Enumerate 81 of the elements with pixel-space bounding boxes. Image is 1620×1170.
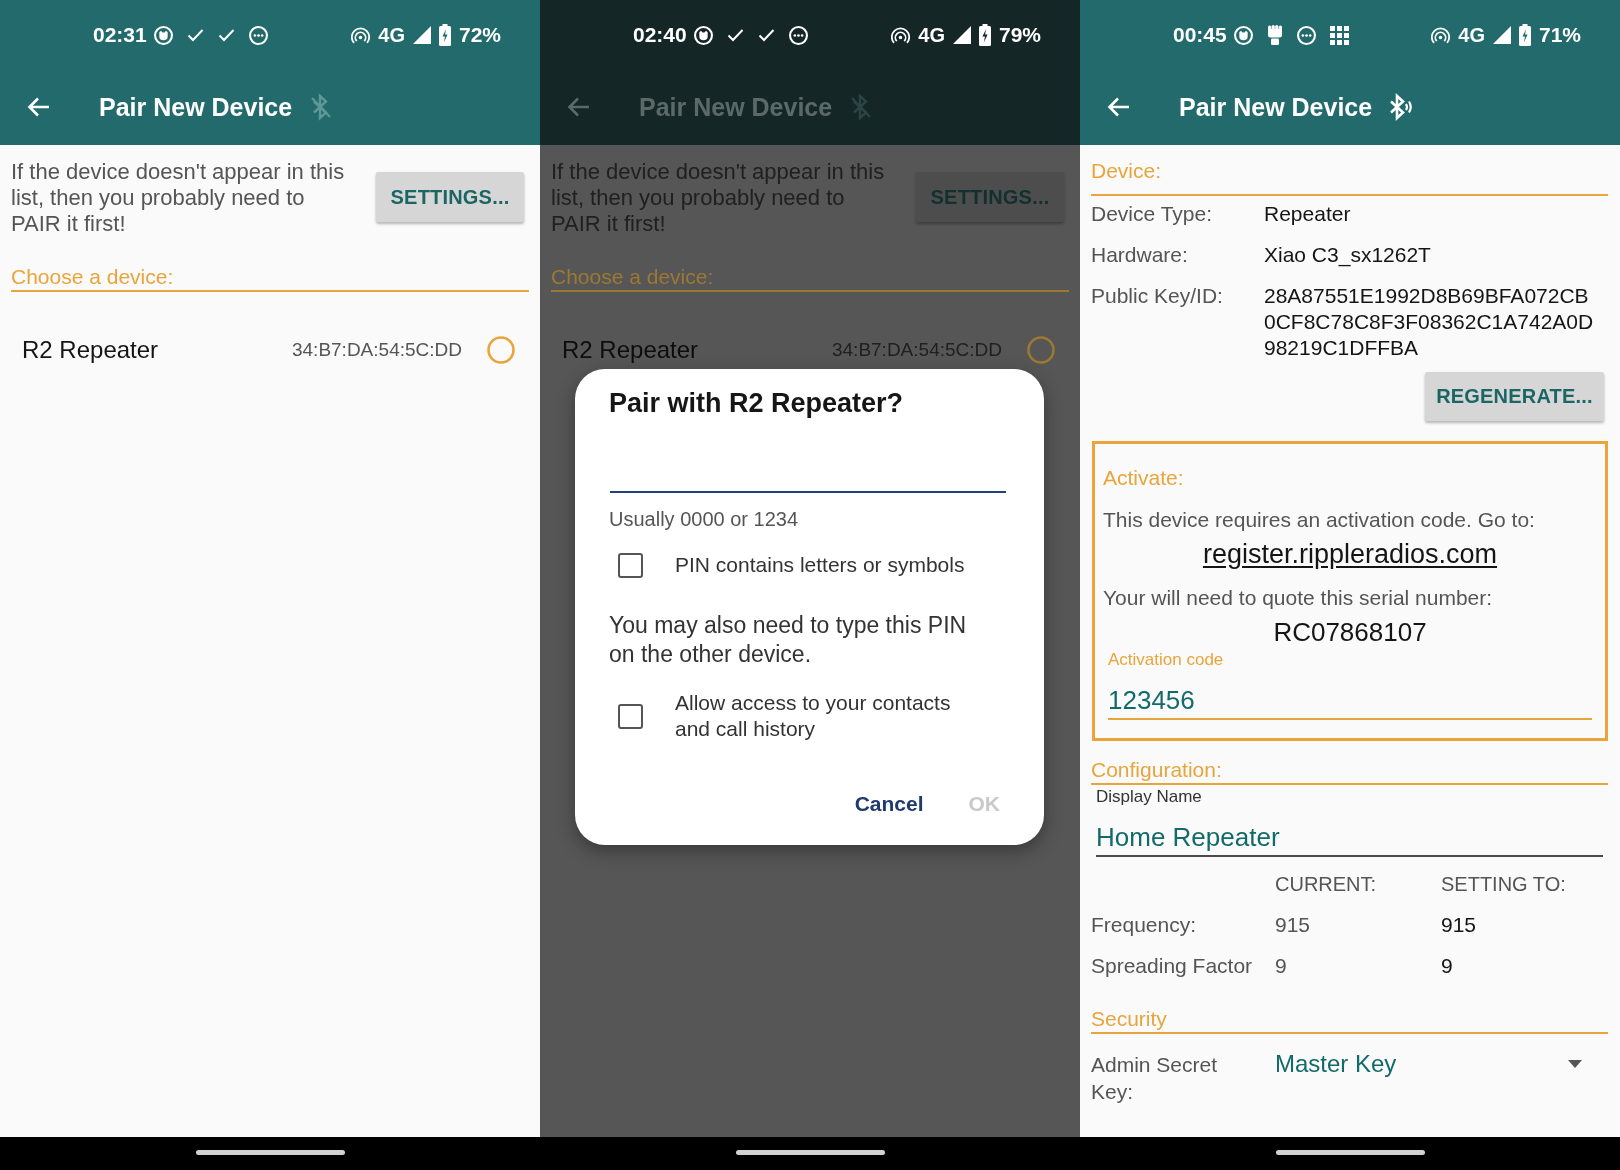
battery-icon: [1518, 24, 1531, 46]
column-header: CURRENT:: [1275, 872, 1378, 897]
settings-button[interactable]: SETTINGS...: [376, 172, 524, 222]
dialog-title: Pair with R2 Repeater?: [609, 387, 905, 419]
device-name: R2 Repeater: [562, 336, 699, 364]
section-header: Choose a device:: [551, 264, 1069, 292]
network-type: 4G: [918, 23, 945, 47]
section-header: Choose a device:: [11, 264, 529, 292]
hotspot-icon: [891, 26, 911, 44]
face-icon: [153, 25, 173, 45]
check-icon: [757, 28, 775, 42]
signal-icon: [1492, 26, 1511, 44]
radio-button[interactable]: [487, 336, 515, 364]
screen-title: Pair New Device: [1179, 91, 1373, 122]
device-name: R2 Repeater: [22, 336, 159, 364]
fist-icon: [1266, 25, 1283, 45]
field-value: Xiao C3_sx1262T: [1264, 242, 1432, 268]
serial-number: RC07868107: [1273, 616, 1427, 648]
register-link[interactable]: register.rippleradios.com: [1202, 538, 1498, 570]
dots-circle-icon: [788, 25, 808, 45]
face-icon: [1233, 25, 1253, 45]
check-icon: [726, 28, 744, 42]
check-icon: [217, 28, 235, 42]
checkbox[interactable]: [618, 703, 643, 729]
dots-circle-icon: [248, 25, 268, 45]
field-value: Repeater: [1264, 201, 1352, 227]
screen-title: Pair New Device: [99, 91, 293, 122]
signal-icon: [412, 26, 431, 44]
check-icon: [186, 28, 204, 42]
dialog-message: You may also need to type this PIN on the other device.: [609, 611, 968, 669]
current-value: 915: [1275, 912, 1312, 938]
column-header: SETTING TO:: [1441, 872, 1567, 897]
instruction-text: Your will need to quote this serial number:: [1103, 585, 1494, 611]
helper-text: Usually 0000 or 1234: [609, 507, 799, 531]
checkbox-label: Allow access to your contacts and call history: [675, 690, 952, 742]
battery-icon: [978, 24, 991, 46]
section-header: Security: [1091, 1006, 1608, 1034]
panel-title: Activate:: [1103, 465, 1185, 491]
caret-icon: [1568, 1060, 1582, 1068]
home-indicator[interactable]: [195, 1150, 345, 1155]
activation-code-field[interactable]: Activation code 123456: [1108, 650, 1592, 720]
field-label: Device Type:: [1091, 201, 1213, 227]
hotspot-icon: [1431, 26, 1451, 44]
field-label: Hardware:: [1091, 242, 1189, 268]
row-label: Spreading Factor: [1091, 953, 1254, 979]
home-indicator[interactable]: [735, 1150, 885, 1155]
home-indicator[interactable]: [1275, 1150, 1425, 1155]
display-name-field[interactable]: Display Name Home Repeater: [1096, 787, 1603, 857]
radio-button[interactable]: [1027, 336, 1055, 364]
field-label: Admin Secret Key:: [1091, 1052, 1219, 1105]
checkbox[interactable]: [618, 552, 643, 578]
instruction-text: If the device doesn't appear in this list, then you probably need to PAIR it first!: [11, 159, 346, 237]
battery-percent: 79%: [998, 23, 1041, 47]
screen-title: Pair New Device: [639, 91, 833, 122]
section-header: Configuration:: [1091, 757, 1608, 785]
network-type: 4G: [1458, 23, 1485, 47]
dots-circle-icon: [1296, 25, 1316, 45]
section-header: Device:: [1091, 158, 1608, 196]
admin-key-dropdown[interactable]: Master Key: [1275, 1049, 1608, 1079]
dialog-button[interactable]: Cancel: [844, 785, 934, 823]
instruction-text: This device requires an activation code. Go to:: [1103, 507, 1536, 533]
new-value: 9: [1441, 953, 1454, 979]
network-type: 4G: [378, 23, 405, 47]
battery-icon: [438, 24, 451, 46]
new-value: 915: [1441, 912, 1478, 938]
row-label: Frequency:: [1091, 912, 1198, 938]
device-address: 34:B7:DA:54:5C:DD: [291, 338, 462, 362]
face-icon: [693, 25, 713, 45]
battery-percent: 72%: [458, 23, 501, 47]
status-time: 00:45: [1173, 23, 1227, 47]
checkbox-label: PIN contains letters or symbols: [675, 552, 965, 578]
status-time: 02:31: [93, 23, 147, 47]
battery-percent: 71%: [1538, 23, 1581, 47]
status-time: 02:40: [633, 23, 687, 47]
field-label: Public Key/ID:: [1091, 283, 1224, 309]
regenerate-button[interactable]: REGENERATE...: [1425, 372, 1604, 421]
signal-icon: [952, 26, 971, 44]
current-value: 9: [1275, 953, 1288, 979]
field-value: 28A87551E1992D8B69BFA072CB0CF8C78C8F3F08362C1A742A0D98219C1DFFBA: [1264, 283, 1595, 361]
hotspot-icon: [351, 26, 371, 44]
grid-icon: [1329, 25, 1349, 45]
